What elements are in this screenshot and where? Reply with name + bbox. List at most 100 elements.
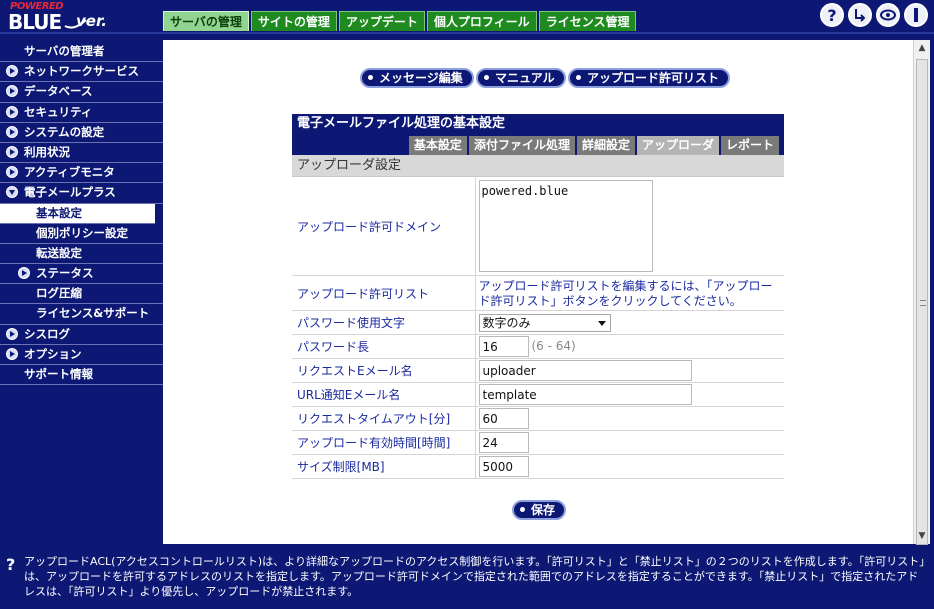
settings-panel: 電子メールファイル処理の基本設定 基本設定 添付ファイル処理 詳細設定 アップロ… [292,114,784,479]
expand-arrow-icon [6,65,18,78]
tab-license[interactable]: ライセンス管理 [538,11,637,31]
form-row: パスワード長 (6 - 64) [292,334,784,359]
vertical-scrollbar[interactable]: ▲ ▼ [913,40,930,545]
sidebar-item-database[interactable]: データベース [0,82,163,103]
scroll-thumb[interactable] [916,59,928,545]
help-bar: ? アップロードACL(アクセスコントロールリスト)は、より詳細なアップロードの… [0,546,934,609]
bullet-icon [368,75,373,80]
tab-server-admin[interactable]: サーバの管理 [163,11,249,31]
upload-valid-time-input[interactable] [478,432,529,453]
tab-attachment-processing[interactable]: 添付ファイル処理 [468,136,575,155]
tab-site-admin[interactable]: サイトの管理 [250,11,337,31]
tab-uploader[interactable]: アップローダ [636,136,719,155]
sidebar-item-label: シスログ [24,326,70,341]
sidebar-item-server-admin[interactable]: サーバの管理者 [0,42,163,63]
request-timeout-label: リクエストタイムアウト[分] [292,406,476,431]
sidebar-item-system-settings[interactable]: システムの設定 [0,123,163,143]
manual-label: マニュアル [495,71,555,85]
sidebar-item-syslog[interactable]: シスログ [0,325,163,345]
grip-icon [920,300,926,306]
chevron-down-icon [597,320,606,326]
sidebar-item-label: 利用状況 [24,144,70,159]
powered-blue-logo: POWERED BLUE ver. [6,1,126,34]
tab-update[interactable]: アップデート [338,11,425,31]
sidebar-item-individual-policy[interactable]: 個別ポリシー設定 [0,224,163,244]
upload-domain-textarea[interactable]: powered.blue [478,180,653,272]
bullet-icon [484,75,489,80]
expand-arrow-icon [6,166,18,179]
bullet-icon [520,507,525,512]
expand-arrow-icon [6,85,18,98]
tab-report[interactable]: レポート [720,136,779,155]
help-icon[interactable]: ? [820,3,844,27]
sidebar-item-status[interactable]: ステータス [0,264,163,285]
url-notify-email-input[interactable] [478,384,692,405]
upload-list-label: アップロード許可リスト [292,275,476,311]
sidebar-item-label: サーバの管理者 [24,44,105,58]
size-limit-input[interactable] [478,456,529,477]
password-chars-label: パスワード使用文字 [292,310,476,335]
info-icon[interactable] [904,3,928,27]
sidebar-item-license-support[interactable]: ライセンス&サポート [0,304,163,325]
sidebar-item-label: データベース [24,84,93,99]
password-chars-select[interactable]: 数字のみ [478,313,611,332]
sidebar-item-network-services[interactable]: ネットワークサービス [0,62,163,83]
form-row: パスワード使用文字 数字のみ [292,310,784,335]
save-label: 保存 [531,503,556,517]
sidebar-item-active-monitor[interactable]: アクティブモニタ [0,163,163,184]
request-timeout-input[interactable] [478,408,529,429]
sidebar-item-label: サポート情報 [24,367,93,381]
sidebar-item-basic-settings[interactable]: 基本設定 [0,203,155,224]
tab-profile[interactable]: 個人プロフィール [426,11,537,31]
tab-advanced-settings[interactable]: 詳細設定 [576,136,635,155]
panel-title: 電子メールファイル処理の基本設定 [292,114,784,134]
request-email-input[interactable] [478,360,692,381]
main-content: メッセージ編集 マニュアル アップロード許可リスト 電子メールファイル処理の基本… [163,40,913,544]
sidebar-item-support-info[interactable]: サポート情報 [0,365,163,386]
password-length-label: パスワード長 [292,334,476,359]
header: POWERED BLUE ver. サーバの管理 サイトの管理 アップデート 個… [0,0,934,34]
password-length-range: (6 - 64) [531,339,576,353]
sidebar-item-label: システムの設定 [24,124,105,139]
top-tabs: サーバの管理 サイトの管理 アップデート 個人プロフィール ライセンス管理 [163,11,638,31]
scroll-down-icon[interactable]: ▼ [914,528,930,544]
help-text: アップロードACL(アクセスコントロールリスト)は、より詳細なアップロードのアク… [24,555,925,598]
scroll-up-icon[interactable]: ▲ [914,40,930,56]
password-chars-value: 数字のみ [482,315,531,330]
sidebar-item-usage[interactable]: 利用状況 [0,143,163,164]
sidebar-item-label: アクティブモニタ [24,165,115,180]
sidebar-item-label: 基本設定 [36,205,82,220]
section-title: アップローダ設定 [292,155,784,177]
expand-arrow-icon [6,347,18,360]
form-row: アップロード許可ドメイン powered.blue [292,177,784,276]
sidebar-item-label: 電子メールプラス [24,185,116,200]
upload-allow-list-label: アップロード許可リスト [587,71,720,85]
expand-arrow-icon [18,267,30,280]
password-length-input[interactable] [478,336,529,357]
sidebar-item-label: 個別ポリシー設定 [36,225,128,240]
size-limit-label: サイズ制限[MB] [292,454,476,479]
upload-domain-label: アップロード許可ドメイン [292,177,476,276]
form-row: リクエストEメール名 [292,358,784,383]
sidebar-item-forwarding[interactable]: 転送設定 [0,244,163,265]
sidebar-item-label: ステータス [36,266,94,281]
expand-arrow-icon [6,105,18,118]
sidebar-item-options[interactable]: オプション [0,345,163,365]
sidebar-item-security[interactable]: セキュリティ [0,103,163,123]
expand-arrow-icon [6,327,18,340]
form-row: リクエストタイムアウト[分] [292,406,784,431]
tab-basic-settings[interactable]: 基本設定 [408,136,467,155]
sidebar: サーバの管理者 ネットワークサービス データベース セキュリティ システムの設定… [0,40,163,544]
sidebar-item-label: 転送設定 [36,245,82,260]
message-edit-button[interactable]: メッセージ編集 [360,68,474,88]
logout-icon[interactable] [848,3,872,27]
sidebar-item-log-compression[interactable]: ログ圧縮 [0,284,163,305]
save-button[interactable]: 保存 [512,500,567,520]
sidebar-item-email-plus[interactable]: 電子メールプラス [0,183,163,204]
view-icon[interactable] [876,3,900,27]
header-icons: ? [816,3,928,27]
manual-button[interactable]: マニュアル [476,68,566,88]
sidebar-item-label: ネットワークサービス [24,64,139,79]
upload-allow-list-button[interactable]: アップロード許可リスト [568,68,731,88]
collapse-arrow-icon [6,186,18,199]
